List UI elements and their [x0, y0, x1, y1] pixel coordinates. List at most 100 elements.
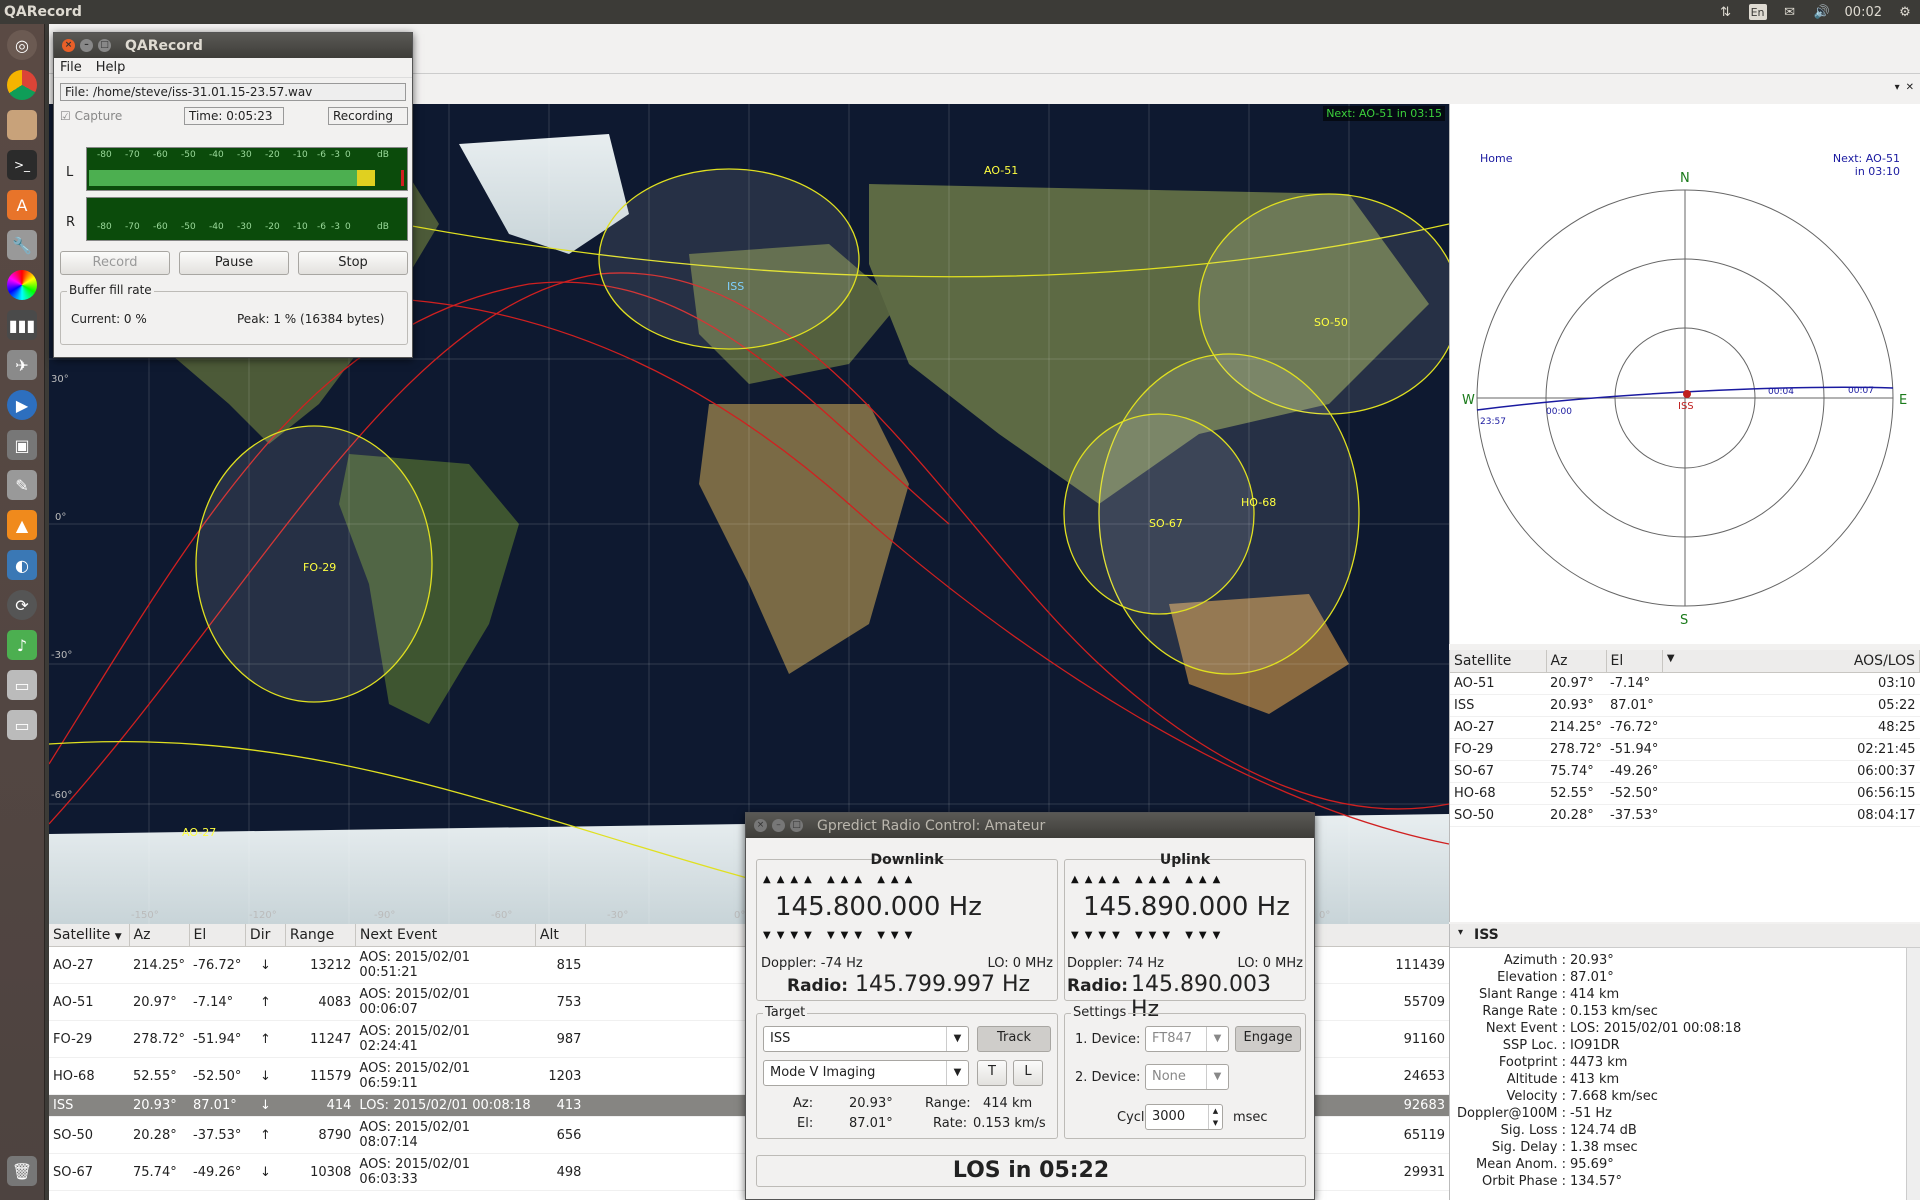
- col-el[interactable]: El: [189, 924, 246, 947]
- record-button[interactable]: Record: [60, 251, 170, 275]
- clock[interactable]: 00:02: [1845, 5, 1882, 20]
- close-icon[interactable]: ×: [62, 39, 75, 52]
- minimize-icon[interactable]: –: [772, 819, 785, 832]
- table-row[interactable]: SO-67 75.74° -49.26° 06:00:37: [1450, 760, 1920, 783]
- terminal-icon[interactable]: >_: [7, 150, 37, 180]
- stop-button[interactable]: Stop: [298, 251, 408, 275]
- tool-icon[interactable]: ✎: [7, 470, 37, 500]
- trash-icon[interactable]: 🗑: [7, 1156, 37, 1186]
- qarecord-titlebar[interactable]: × – □ QARecord: [54, 33, 412, 58]
- module-menu-icon[interactable]: ▾: [1895, 82, 1900, 93]
- files-icon[interactable]: [7, 110, 37, 140]
- polar-plot[interactable]: Home Next: AO-51 in 03:10 N S E W ISS 23…: [1449, 104, 1920, 644]
- qarecord-icon[interactable]: ♪: [7, 630, 37, 660]
- table-row[interactable]: ISS 20.93° 87.01° 05:22: [1450, 694, 1920, 717]
- mixer-icon[interactable]: ▮▮▮: [7, 310, 37, 340]
- chrome-icon[interactable]: [7, 70, 37, 100]
- target-satellite-select[interactable]: ISS ▼: [763, 1026, 969, 1052]
- transponder-select[interactable]: Mode V Imaging ▼: [763, 1060, 969, 1086]
- col-satellite[interactable]: Satellite ▼: [49, 924, 130, 947]
- drive-icon[interactable]: ▭: [7, 670, 37, 700]
- cell-next-event: AOS: 2015/02/01 00:06:07: [355, 983, 536, 1021]
- update-icon[interactable]: ⟳: [7, 590, 37, 620]
- software-center-icon[interactable]: A: [7, 190, 37, 220]
- minimize-icon[interactable]: –: [80, 39, 93, 52]
- close-icon[interactable]: ✕: [1906, 82, 1914, 93]
- sat-label-so50[interactable]: SO-50: [1314, 316, 1348, 329]
- downlink-tune-up-icons[interactable]: ▲▲▲▲ ▲▲▲ ▲▲▲: [763, 874, 918, 885]
- pause-button[interactable]: Pause: [179, 251, 289, 275]
- dash-icon[interactable]: ◎: [7, 30, 37, 60]
- table-row[interactable]: SO-50 20.28° -37.53° 08:04:17: [1450, 804, 1920, 827]
- maximize-icon[interactable]: □: [790, 819, 803, 832]
- network-icon[interactable]: ⇅: [1717, 4, 1735, 20]
- camera-icon[interactable]: ▣: [7, 430, 37, 460]
- uplink-tune-down-icons[interactable]: ▼▼▼▼ ▼▼▼ ▼▼▼: [1071, 930, 1226, 941]
- sat-label-ho68[interactable]: HO-68: [1241, 496, 1276, 509]
- lon-label: -30°: [607, 910, 629, 921]
- media-player-icon[interactable]: ▶: [7, 390, 37, 420]
- settings-icon[interactable]: 🔧: [7, 230, 37, 260]
- menu-file[interactable]: File: [60, 60, 82, 75]
- top-panel: QARecord ⇅ En ✉ 🔊 00:02 ⚙: [0, 0, 1920, 24]
- detail-key: Azimuth :: [1503, 953, 1566, 968]
- spinner-arrows-icon[interactable]: ▲ ▼: [1208, 1105, 1222, 1129]
- mail-icon[interactable]: ✉: [1781, 4, 1799, 20]
- cycle-spinner[interactable]: 3000 ▲ ▼: [1145, 1104, 1223, 1130]
- cell-dir: ↓: [245, 1094, 286, 1117]
- table-row[interactable]: AO-27 214.25° -76.72° 48:25: [1450, 716, 1920, 739]
- table-row[interactable]: AO-51 20.97° -7.14° 03:10: [1450, 672, 1920, 695]
- detail-key: Mean Anom. :: [1476, 1157, 1566, 1172]
- vlc-icon[interactable]: ▲: [7, 510, 37, 540]
- col-az[interactable]: Az: [1546, 650, 1607, 673]
- menu-help[interactable]: Help: [96, 60, 126, 75]
- collapse-icon[interactable]: ▾: [1458, 927, 1463, 938]
- radio-titlebar[interactable]: × – □ Gpredict Radio Control: Amateur: [746, 813, 1314, 838]
- drive-icon-2[interactable]: ▭: [7, 710, 37, 740]
- sat-label-so67[interactable]: SO-67: [1149, 517, 1183, 530]
- device2-select[interactable]: None ▼: [1145, 1064, 1229, 1090]
- table-row[interactable]: FO-29 278.72° -51.94° 02:21:45: [1450, 738, 1920, 761]
- capture-checkbox[interactable]: ☑ Capture: [60, 109, 122, 123]
- track-toggle-button[interactable]: Track: [977, 1026, 1051, 1052]
- engage-toggle-button[interactable]: Engage: [1235, 1026, 1301, 1052]
- cell-aos-los: 48:25: [1662, 716, 1920, 739]
- details-scrollbar[interactable]: [1906, 948, 1920, 1200]
- satellite-icon[interactable]: ✈: [7, 350, 37, 380]
- table-row[interactable]: HO-68 52.55° -52.50° 06:56:15: [1450, 782, 1920, 805]
- keyboard-layout-indicator[interactable]: En: [1748, 4, 1767, 20]
- chevron-down-icon: ▼: [1206, 1027, 1228, 1051]
- cell-az: 20.93°: [129, 1094, 189, 1117]
- device1-select[interactable]: FT847 ▼: [1145, 1026, 1229, 1052]
- sat-label-ao27[interactable]: AO-27: [182, 826, 216, 839]
- volume-icon[interactable]: 🔊: [1813, 4, 1831, 20]
- col-dir[interactable]: Dir: [245, 924, 286, 947]
- uplink-tune-up-icons[interactable]: ▲▲▲▲ ▲▲▲ ▲▲▲: [1071, 874, 1226, 885]
- close-icon[interactable]: ×: [754, 819, 767, 832]
- maximize-icon[interactable]: □: [98, 39, 111, 52]
- col-az[interactable]: Az: [129, 924, 190, 947]
- col-satellite[interactable]: Satellite: [1450, 650, 1547, 673]
- detail-row: Orbit Phase : 134.57°: [1450, 1173, 1920, 1190]
- lon-label: -90°: [374, 910, 396, 921]
- color-picker-icon[interactable]: [7, 270, 37, 300]
- downlink-tune-down-icons[interactable]: ▼▼▼▼ ▼▼▼ ▼▼▼: [763, 930, 918, 941]
- cell-aos-los: 06:00:37: [1662, 760, 1920, 783]
- file-path-field: File: /home/steve/iss-31.01.15-23.57.wav: [60, 83, 406, 101]
- details-title[interactable]: ▾ ISS: [1450, 924, 1920, 948]
- sat-label-iss[interactable]: ISS: [727, 280, 744, 293]
- col-alt[interactable]: Alt: [535, 924, 586, 947]
- cell-el: -49.26°: [1606, 760, 1663, 783]
- col-aos-los[interactable]: ▼ AOS/LOS: [1662, 650, 1920, 673]
- col-el[interactable]: El: [1606, 650, 1663, 673]
- cell-satellite: AO-27: [1450, 716, 1546, 739]
- col-range[interactable]: Range: [285, 924, 356, 947]
- sat-label-fo29[interactable]: FO-29: [303, 561, 336, 574]
- sat-label-ao51[interactable]: AO-51: [984, 164, 1018, 177]
- t-button[interactable]: T: [977, 1060, 1007, 1086]
- l-button[interactable]: L: [1013, 1060, 1043, 1086]
- col-next-event[interactable]: Next Event: [355, 924, 536, 947]
- gpredict-icon[interactable]: ◐: [7, 550, 37, 580]
- gear-icon[interactable]: ⚙: [1896, 4, 1914, 20]
- buffer-title: Buffer fill rate: [67, 283, 154, 297]
